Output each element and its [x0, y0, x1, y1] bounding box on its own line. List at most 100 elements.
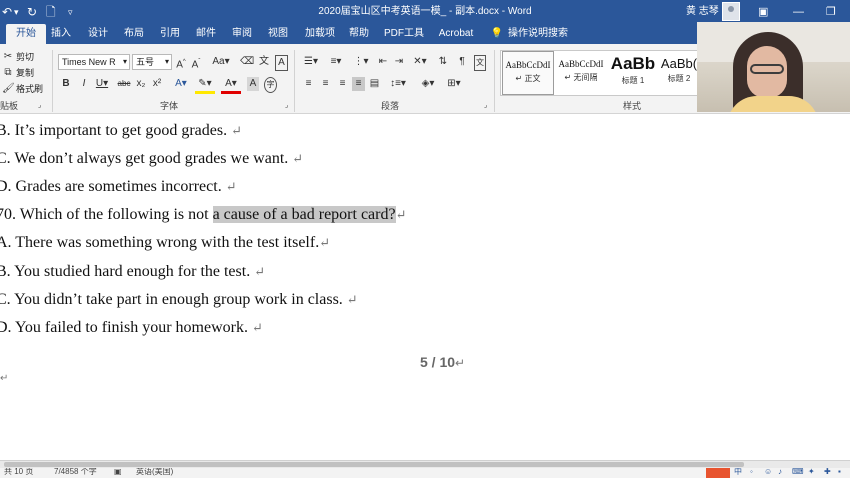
sort-icon[interactable]: ⇅: [435, 55, 451, 69]
distributed-icon[interactable]: ▤: [368, 77, 381, 91]
minimize-icon[interactable]: —: [793, 4, 804, 20]
shading-icon[interactable]: ◈▾: [418, 77, 438, 91]
restore-icon[interactable]: ❐: [826, 4, 836, 20]
chevron-down-icon: ▾: [122, 57, 127, 66]
scissors-icon[interactable]: ✂: [2, 50, 14, 64]
format-painter-icon[interactable]: 🖌: [2, 82, 15, 96]
italic-icon[interactable]: I: [78, 77, 90, 91]
divider: [494, 50, 495, 112]
word-count[interactable]: 7/4858 个字: [54, 468, 97, 477]
tray-settings-icon[interactable]: ✚: [824, 468, 831, 477]
tray-keyboard-icon[interactable]: ⌨: [792, 468, 804, 477]
char-shading-icon[interactable]: A: [247, 77, 259, 91]
tab-home[interactable]: 开始: [6, 24, 46, 44]
horizontal-scrollbar[interactable]: [0, 460, 850, 468]
grow-font-icon[interactable]: A^: [175, 55, 187, 72]
tray-emoji-icon[interactable]: ☺: [764, 468, 772, 477]
tab-addins[interactable]: 加载项: [302, 24, 338, 44]
tell-me-search[interactable]: 操作说明搜索: [508, 24, 570, 44]
doc-line[interactable]: B. You studied hard enough for the test.…: [0, 262, 265, 282]
subscript-icon[interactable]: x₂: [135, 77, 147, 91]
tab-references[interactable]: 引用: [155, 24, 185, 44]
tab-design[interactable]: 设计: [83, 24, 113, 44]
tab-view[interactable]: 视图: [263, 24, 293, 44]
text-effects-icon[interactable]: A▾: [172, 77, 190, 91]
page-number: 5 / 10↵: [420, 354, 466, 370]
ime-mode[interactable]: 中: [734, 468, 742, 477]
tray-mic-icon[interactable]: ♪: [778, 468, 782, 477]
asian-typography-icon[interactable]: 文: [474, 55, 486, 71]
numbering-icon[interactable]: ≡▾: [327, 55, 345, 69]
copy-button[interactable]: 复制: [16, 66, 34, 80]
doc-line[interactable]: B. It’s important to get good grades. ↵: [0, 121, 242, 141]
doc-line[interactable]: C. We don’t always get good grades we wa…: [0, 149, 303, 169]
char-border-icon[interactable]: A: [275, 55, 288, 71]
align-left-icon[interactable]: ≡: [302, 77, 315, 91]
bold-icon[interactable]: B: [60, 77, 72, 91]
style-normal[interactable]: AaBbCcDdI ↵ 正文: [502, 51, 554, 95]
tab-insert[interactable]: 插入: [46, 24, 76, 44]
tab-pdf-tools[interactable]: PDF工具: [382, 24, 426, 44]
line-spacing-icon[interactable]: ↕≡▾: [388, 77, 408, 91]
style-heading-2[interactable]: AaBb( 标题 2: [659, 51, 699, 95]
page-count[interactable]: 共 10 页: [4, 468, 33, 477]
tab-acrobat[interactable]: Acrobat: [434, 24, 478, 44]
copy-icon[interactable]: ⧉: [2, 66, 14, 80]
language-indicator[interactable]: 英语(美国): [136, 468, 173, 477]
selected-text[interactable]: a cause of a bad report card?: [212, 206, 396, 223]
format-painter-button[interactable]: 格式刷: [16, 82, 43, 96]
align-right-icon[interactable]: ≡: [336, 77, 349, 91]
tray-menu-icon[interactable]: ▪: [838, 468, 841, 477]
multilevel-list-icon[interactable]: ⋮▾: [352, 55, 370, 69]
user-name[interactable]: 黄 志琴: [686, 4, 719, 20]
ime-logo-icon[interactable]: [706, 468, 730, 478]
tab-review[interactable]: 审阅: [227, 24, 257, 44]
tab-mailings[interactable]: 邮件: [191, 24, 221, 44]
font-color-icon[interactable]: A▾: [221, 77, 241, 94]
clipboard-group-label: 贴板: [0, 101, 19, 111]
borders-icon[interactable]: ⊞▾: [444, 77, 464, 91]
highlighter-icon[interactable]: ✎▾: [195, 77, 215, 94]
underline-icon[interactable]: U▾: [94, 77, 110, 91]
clear-format-icon[interactable]: ⌫: [240, 55, 254, 69]
tab-layout[interactable]: 布局: [119, 24, 149, 44]
change-case-icon[interactable]: Aa▾: [211, 55, 231, 69]
dialog-launcher-icon[interactable]: ⌟: [38, 100, 41, 112]
style-no-spacing[interactable]: AaBbCcDdI ↵ 无间隔: [555, 51, 607, 95]
font-size-select[interactable]: 五号 ▾: [132, 54, 172, 70]
doc-line-question[interactable]: 70. Which of the following is not a caus…: [0, 205, 406, 225]
align-center-icon[interactable]: ≡: [319, 77, 332, 91]
shrink-font-icon[interactable]: Aˇ: [190, 55, 202, 72]
doc-line[interactable]: A. There was something wrong with the te…: [0, 233, 330, 253]
superscript-icon[interactable]: x²: [151, 77, 163, 91]
status-bar: 共 10 页 7/4858 个字 ▣ 英语(美国) 中 ◦ ☺ ♪ ⌨ ✦ ✚ …: [0, 468, 850, 478]
doc-line[interactable]: C. You didn’t take part in enough group …: [0, 290, 358, 310]
ribbon-display-icon[interactable]: ▣: [758, 4, 768, 20]
font-name-select[interactable]: Times New R ▾: [58, 54, 130, 70]
show-marks-icon[interactable]: ¶: [456, 55, 468, 69]
phonetic-guide-icon[interactable]: 文: [258, 55, 270, 69]
paragraph-mark: ↵: [0, 373, 9, 384]
tray-skin-icon[interactable]: ✦: [808, 468, 815, 477]
decrease-indent-icon[interactable]: ⇤: [377, 55, 389, 69]
divider: [294, 50, 295, 112]
dialog-launcher-icon[interactable]: ⌟: [285, 100, 288, 112]
dialog-launcher-icon[interactable]: ⌟: [484, 100, 487, 112]
proofing-icon[interactable]: ▣: [114, 468, 122, 477]
enclose-char-icon[interactable]: 字: [264, 77, 277, 93]
tray-punctuation-icon[interactable]: ◦: [750, 468, 753, 477]
strikethrough-icon[interactable]: abc: [116, 77, 132, 91]
justify-icon[interactable]: ≡: [352, 77, 365, 91]
document-area[interactable]: B. It’s important to get good grades. ↵ C…: [0, 115, 850, 460]
avatar[interactable]: [722, 2, 740, 21]
scrollbar-thumb[interactable]: [4, 462, 744, 467]
chinese-layout-icon[interactable]: ✕▾: [411, 55, 429, 69]
tab-help[interactable]: 帮助: [344, 24, 374, 44]
doc-line[interactable]: D. Grades are sometimes incorrect. ↵: [0, 177, 237, 197]
bullets-icon[interactable]: ☰▾: [302, 55, 320, 69]
increase-indent-icon[interactable]: ⇥: [393, 55, 405, 69]
style-heading-1[interactable]: AaBb 标题 1: [607, 51, 659, 95]
cut-button[interactable]: 剪切: [16, 50, 34, 64]
lightbulb-icon[interactable]: 💡: [490, 24, 504, 44]
doc-line[interactable]: D. You failed to finish your homework. ↵: [0, 318, 263, 338]
